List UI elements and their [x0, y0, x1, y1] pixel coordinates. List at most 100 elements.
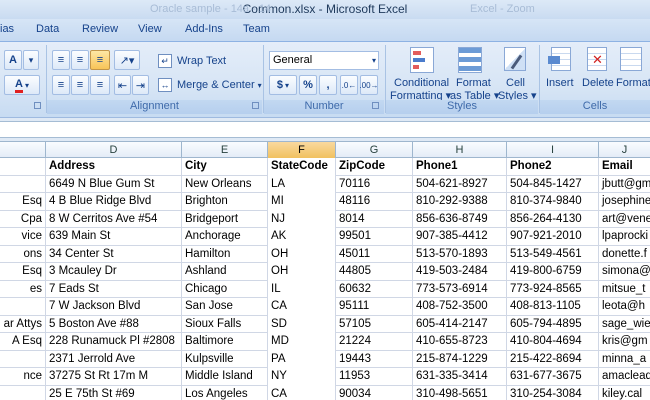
column-header-c[interactable] — [0, 142, 46, 158]
cell-company[interactable]: vice — [0, 228, 46, 246]
orientation-button[interactable]: ↗▾ — [114, 50, 140, 70]
number-format-select[interactable]: General ▾ — [269, 51, 379, 70]
cell-city[interactable]: San Jose — [182, 298, 268, 316]
column-header-j[interactable]: J — [599, 142, 650, 158]
cell-address[interactable]: 8 W Cerritos Ave #54 — [46, 210, 182, 228]
cell-phone2[interactable]: 504-845-1427 — [507, 175, 599, 193]
cell-address[interactable]: 34 Center St — [46, 245, 182, 263]
cell-phone2[interactable]: 605-794-4895 — [507, 315, 599, 333]
cell-city[interactable]: Chicago — [182, 280, 268, 298]
align-center-button[interactable]: ≡ — [71, 75, 89, 95]
cell-address[interactable]: 7 W Jackson Blvd — [46, 298, 182, 316]
header-email[interactable]: Email — [599, 158, 650, 176]
cell-email[interactable]: kris@gm — [599, 333, 650, 351]
cell-phone1[interactable]: 310-498-5651 — [413, 385, 507, 400]
header-zipcode[interactable]: ZipCode — [336, 158, 413, 176]
tab-data[interactable]: Data — [36, 23, 59, 35]
cell-statecode[interactable]: CA — [268, 298, 336, 316]
cell-company[interactable]: Cpa — [0, 210, 46, 228]
cell-email[interactable]: amaclead — [599, 368, 650, 386]
cell-statecode[interactable]: SD — [268, 315, 336, 333]
tab-team[interactable]: Team — [243, 23, 270, 35]
cell-email[interactable]: mitsue_t — [599, 281, 650, 299]
cell-email[interactable]: lpaprocki — [599, 228, 650, 246]
cell-address[interactable]: 2371 Jerrold Ave — [46, 350, 182, 368]
increase-indent-button[interactable]: ⇥ — [132, 75, 149, 95]
cell-company[interactable]: es — [0, 280, 46, 298]
cell-phone1[interactable]: 215-874-1229 — [413, 350, 507, 368]
cell-city[interactable]: New Orleans — [182, 175, 268, 193]
cell-zipcode[interactable]: 19443 — [336, 350, 413, 368]
cell-city[interactable]: Baltimore — [182, 333, 268, 351]
tab-formulas[interactable]: ias — [0, 23, 14, 35]
font-dialog-launcher-icon[interactable] — [34, 102, 41, 109]
cell-phone2[interactable]: 310-254-3084 — [507, 385, 599, 400]
cell-phone2[interactable]: 907-921-2010 — [507, 228, 599, 246]
cell-address[interactable]: 4 B Blue Ridge Blvd — [46, 193, 182, 211]
cell-zipcode[interactable]: 21224 — [336, 333, 413, 351]
cell-address[interactable]: 37275 St Rt 17m M — [46, 368, 182, 386]
increase-decimal-button[interactable]: .0← — [340, 75, 358, 95]
cell-zipcode[interactable]: 11953 — [336, 368, 413, 386]
header-phone1[interactable]: Phone1 — [413, 158, 507, 176]
column-header-f[interactable]: F — [268, 142, 336, 158]
cell-company[interactable] — [0, 350, 46, 368]
cell-company[interactable] — [0, 385, 46, 400]
cell-zipcode[interactable]: 45011 — [336, 245, 413, 263]
cell-address[interactable]: 639 Main St — [46, 228, 182, 246]
cell-company[interactable]: Esq — [0, 263, 46, 281]
cell-styles-button[interactable]: Cell Styles ▾ — [496, 45, 537, 102]
header-address[interactable]: Address — [46, 158, 182, 176]
tab-view[interactable]: View — [138, 23, 162, 35]
tab-review[interactable]: Review — [82, 23, 118, 35]
cell-phone2[interactable]: 410-804-4694 — [507, 333, 599, 351]
column-header-h[interactable]: H — [413, 142, 507, 158]
format-button[interactable]: Format — [614, 45, 650, 99]
cell-email[interactable]: art@vene — [599, 211, 650, 229]
cell-zipcode[interactable]: 90034 — [336, 385, 413, 400]
cell-company[interactable]: ons — [0, 245, 46, 263]
cell-address[interactable]: 6649 N Blue Gum St — [46, 175, 182, 193]
cell-phone2[interactable]: 215-422-8694 — [507, 350, 599, 368]
cell-statecode[interactable]: NY — [268, 368, 336, 386]
cell-phone1[interactable]: 631-335-3414 — [413, 368, 507, 386]
font-color-button[interactable]: A ▾ — [4, 75, 40, 95]
shrink-font-button[interactable]: ▾ — [23, 50, 39, 70]
cell-phone1[interactable]: 419-503-2484 — [413, 263, 507, 281]
cell-company[interactable]: ar Attys — [0, 315, 46, 333]
cell-city[interactable]: Hamilton — [182, 245, 268, 263]
cell-city[interactable]: Kulpsville — [182, 350, 268, 368]
cell-statecode[interactable]: PA — [268, 350, 336, 368]
cell-city[interactable]: Bridgeport — [182, 210, 268, 228]
cell-address[interactable]: 5 Boston Ave #88 — [46, 315, 182, 333]
cell-zipcode[interactable]: 8014 — [336, 210, 413, 228]
cell-email[interactable]: donette.f — [599, 246, 650, 264]
cell-phone1[interactable]: 856-636-8749 — [413, 210, 507, 228]
cell-email[interactable]: leota@h — [599, 298, 650, 316]
cell-phone2[interactable]: 856-264-4130 — [507, 210, 599, 228]
delete-button[interactable]: ✕ Delete — [580, 45, 614, 99]
cell-phone2[interactable]: 773-924-8565 — [507, 280, 599, 298]
cell-address[interactable]: 7 Eads St — [46, 280, 182, 298]
cell-phone2[interactable]: 631-677-3675 — [507, 368, 599, 386]
cell-zipcode[interactable]: 95111 — [336, 298, 413, 316]
cell-statecode[interactable]: OH — [268, 245, 336, 263]
cell-company[interactable]: Esq — [0, 193, 46, 211]
cell-email[interactable]: josephine — [599, 193, 650, 211]
align-left-button[interactable]: ≡ — [52, 75, 70, 95]
insert-button[interactable]: Insert — [544, 45, 578, 99]
cell-city[interactable]: Middle Island — [182, 368, 268, 386]
column-header-g[interactable]: G — [336, 142, 413, 158]
cell-zipcode[interactable]: 60632 — [336, 280, 413, 298]
cell-city[interactable]: Anchorage — [182, 228, 268, 246]
cell-company[interactable] — [0, 298, 46, 316]
cell-zipcode[interactable]: 70116 — [336, 175, 413, 193]
cell-statecode[interactable]: MI — [268, 193, 336, 211]
column-header-e[interactable]: E — [182, 142, 268, 158]
wrap-text-button[interactable]: ↵ Wrap Text — [158, 52, 226, 70]
cell-phone1[interactable]: 513-570-1893 — [413, 245, 507, 263]
grow-font-button[interactable]: A — [4, 50, 22, 70]
merge-center-button[interactable]: ↔ Merge & Center ▾ — [158, 76, 262, 94]
cell-company[interactable]: nce — [0, 368, 46, 386]
align-right-button[interactable]: ≡ — [90, 75, 110, 95]
